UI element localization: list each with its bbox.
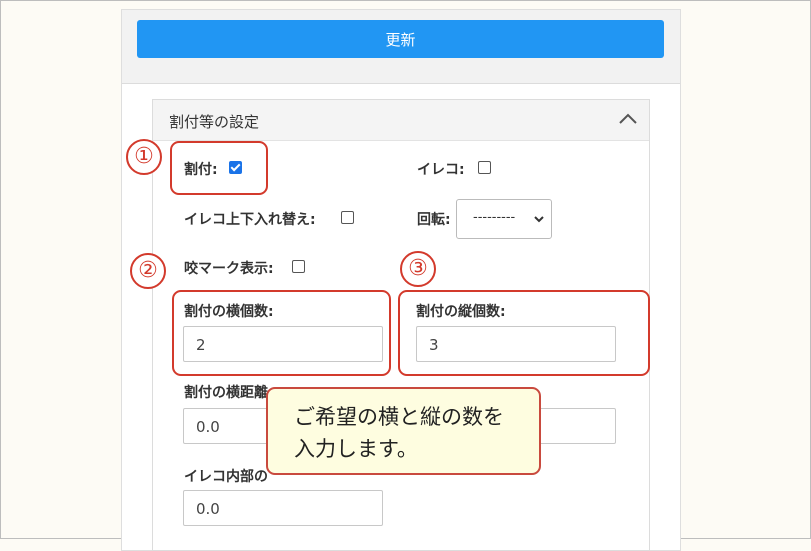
annotation-number-2: ② [130, 253, 166, 289]
annotation-number-1: ① [126, 139, 162, 175]
ireko-inner-label: イレコ内部の [184, 469, 268, 485]
bite-mark-checkbox[interactable] [292, 260, 305, 273]
panel-header: 更新 [122, 10, 680, 84]
rotation-select-value: --------- [473, 210, 516, 225]
callout-text: ご希望の横と縦の数を 入力します。 [294, 405, 504, 461]
rotation-label: 回転: [417, 212, 451, 228]
chevron-up-icon[interactable] [617, 108, 639, 130]
ireko-inner-value: 0.0 [196, 500, 220, 518]
horiz-distance-label: 割付の横距離 [184, 385, 268, 401]
chevron-down-icon [534, 216, 544, 223]
ireko-swap-label: イレコ上下入れ替え: [184, 212, 316, 228]
horiz-distance-value: 0.0 [196, 418, 220, 436]
highlight-box-1 [170, 141, 268, 195]
bite-mark-label: 咬マーク表示: [184, 261, 274, 277]
ireko-swap-checkbox[interactable] [341, 211, 354, 224]
ireko-checkbox[interactable] [478, 161, 491, 174]
callout-box: ご希望の横と縦の数を 入力します。 [266, 387, 541, 475]
highlight-box-3 [398, 290, 650, 376]
highlight-box-2 [172, 290, 391, 376]
annotation-number-3: ③ [400, 251, 436, 287]
update-button[interactable]: 更新 [137, 20, 664, 58]
rotation-select[interactable]: --------- [456, 199, 552, 239]
card-header[interactable]: 割付等の設定 [153, 100, 649, 141]
ireko-label: イレコ: [417, 162, 465, 178]
card-title: 割付等の設定 [169, 113, 260, 131]
ireko-inner-input[interactable]: 0.0 [183, 490, 383, 526]
